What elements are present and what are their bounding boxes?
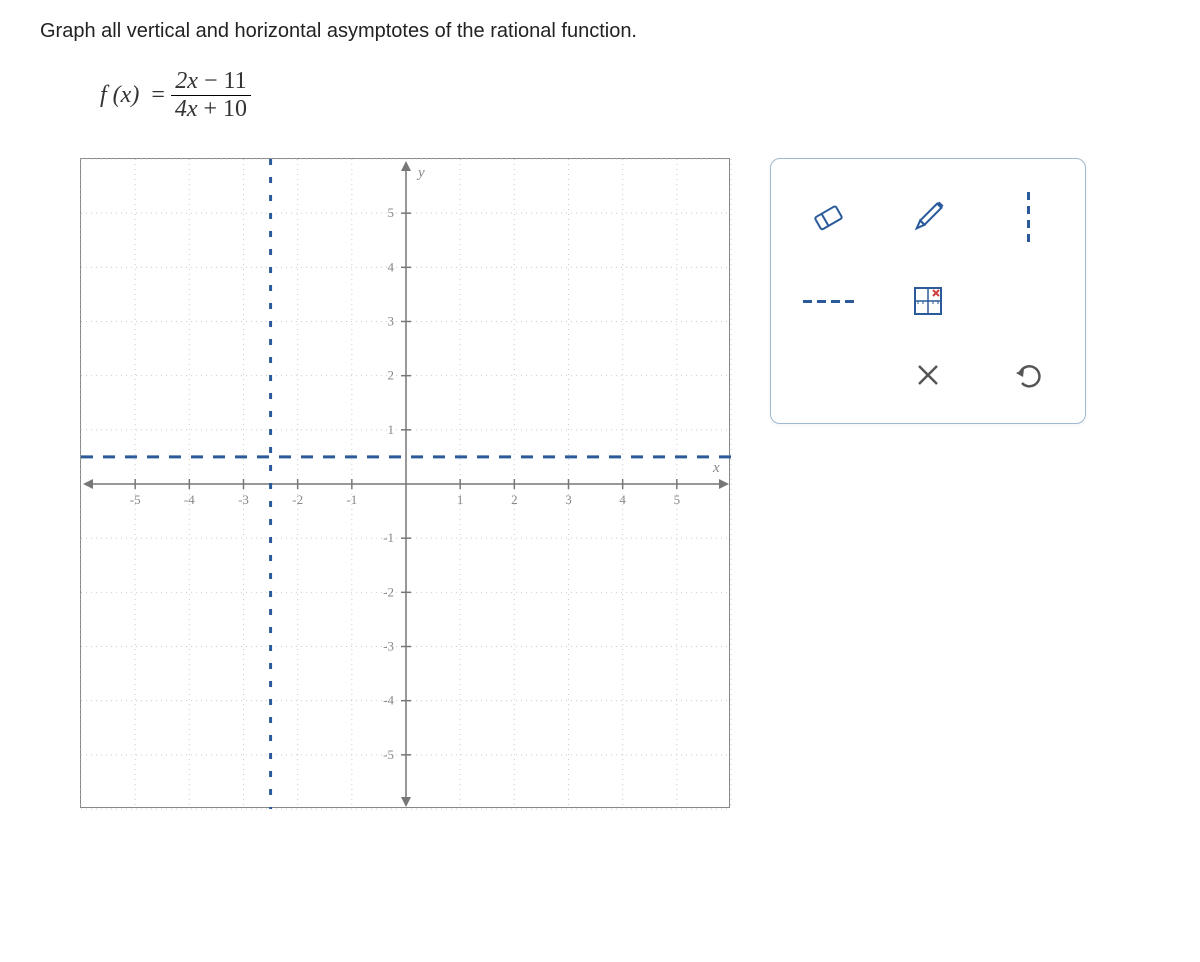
toolbox xyxy=(770,158,1086,424)
denominator: 4x + 10 xyxy=(171,96,251,123)
pencil-tool[interactable] xyxy=(898,187,958,247)
svg-text:3: 3 xyxy=(388,314,395,329)
svg-text:5: 5 xyxy=(674,492,681,507)
svg-text:-2: -2 xyxy=(292,492,303,507)
svg-text:-5: -5 xyxy=(130,492,141,507)
svg-text:-3: -3 xyxy=(238,492,249,507)
svg-text:2: 2 xyxy=(388,368,395,383)
horizontal-asymptote-tool[interactable] xyxy=(798,271,858,331)
coordinate-plane[interactable]: -5 -4 -3 -2 -1 1 2 3 4 5 5 4 3 2 1 -1 -2 -3 -4 -5 x y xyxy=(80,158,730,808)
instruction-text: Graph all vertical and horizontal asympt… xyxy=(40,20,1160,43)
svg-text:4: 4 xyxy=(619,492,626,507)
point-removal-tool[interactable] xyxy=(898,271,958,331)
close-icon xyxy=(914,361,942,389)
delete-tool[interactable] xyxy=(898,345,958,405)
svg-text:y: y xyxy=(416,165,425,181)
svg-text:-2: -2 xyxy=(383,584,394,599)
svg-text:-4: -4 xyxy=(383,693,394,708)
svg-text:5: 5 xyxy=(388,205,395,220)
vertical-dashes-icon xyxy=(1027,192,1030,242)
svg-text:1: 1 xyxy=(388,422,395,437)
svg-text:-1: -1 xyxy=(346,492,357,507)
svg-text:-3: -3 xyxy=(383,639,394,654)
svg-text:3: 3 xyxy=(565,492,572,507)
function-equation: f (x) = 2x − 11 4x + 10 xyxy=(100,68,1160,123)
svg-text:4: 4 xyxy=(388,259,395,274)
dashed-line-icon xyxy=(803,300,854,303)
eraser-tool[interactable] xyxy=(798,187,858,247)
svg-text:-5: -5 xyxy=(383,747,394,762)
vertical-line-tool[interactable] xyxy=(998,187,1058,247)
equals-sign: = xyxy=(151,82,165,109)
svg-text:1: 1 xyxy=(457,492,464,507)
svg-text:-1: -1 xyxy=(383,530,394,545)
fraction: 2x − 11 4x + 10 xyxy=(171,68,251,123)
svg-text:x: x xyxy=(712,460,720,476)
numerator: 2x − 11 xyxy=(171,68,250,96)
undo-icon xyxy=(1012,359,1044,391)
svg-text:2: 2 xyxy=(511,492,518,507)
svg-text:-4: -4 xyxy=(184,492,195,507)
undo-tool[interactable] xyxy=(998,345,1058,405)
fx-label: f (x) xyxy=(100,82,139,109)
